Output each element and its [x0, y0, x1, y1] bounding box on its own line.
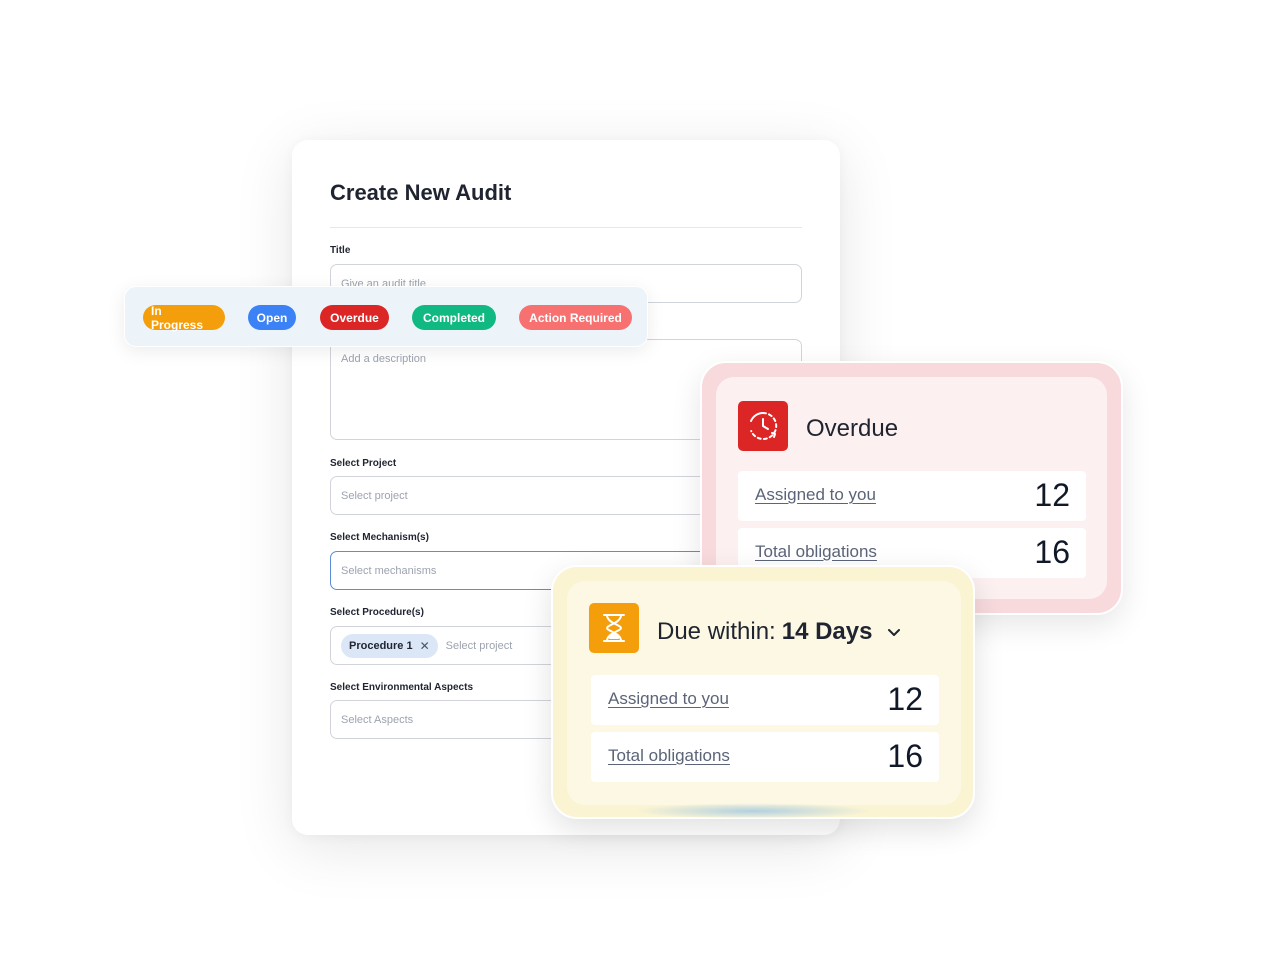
due-heading-value: 14 Days: [781, 618, 873, 645]
clock-rotate-icon: [738, 401, 788, 451]
project-placeholder: Select project: [341, 489, 408, 502]
status-pill-in-progress: In Progress: [143, 304, 225, 332]
mechanism-label: Select Mechanism(s): [330, 532, 429, 543]
title-divider: [330, 227, 802, 228]
overdue-assigned-value: 12: [1034, 477, 1070, 513]
aspects-label: Select Environmental Aspects: [330, 682, 474, 693]
status-pill-action-required: Action Required: [519, 305, 632, 330]
procedure-placeholder: Select project: [445, 639, 513, 652]
hourglass-icon: [589, 603, 639, 653]
project-label: Select Project: [330, 458, 397, 469]
due-assigned-link[interactable]: Assigned to you: [608, 689, 729, 709]
title-label: Title: [330, 245, 351, 256]
due-assigned-value: 12: [887, 681, 923, 717]
due-within-widget-body: Due within: 14 Days Assigned to you 12 T…: [567, 581, 961, 805]
aspects-placeholder: Select Aspects: [341, 713, 414, 726]
due-within-widget: Due within: 14 Days Assigned to you 12 T…: [551, 565, 975, 819]
due-heading-prefix: Due within:: [657, 618, 776, 645]
due-assigned-row[interactable]: Assigned to you 12: [591, 675, 939, 725]
mechanism-placeholder: Select mechanisms: [341, 564, 437, 577]
close-icon[interactable]: ✕: [420, 639, 430, 653]
due-total-link[interactable]: Total obligations: [608, 746, 730, 766]
status-pill-completed: Completed: [412, 305, 496, 330]
chevron-down-icon[interactable]: [884, 622, 904, 642]
page-title: Create New Audit: [330, 180, 512, 205]
overdue-heading: Overdue: [806, 415, 899, 442]
status-pill-open: Open: [248, 305, 296, 330]
overdue-assigned-row[interactable]: Assigned to you 12: [738, 471, 1086, 521]
status-legend-bar: In Progress Open Overdue Completed Actio…: [124, 286, 648, 347]
due-widget-glow: [633, 803, 873, 819]
procedure-label: Select Procedure(s): [330, 607, 424, 618]
overdue-total-value: 16: [1034, 534, 1070, 570]
due-total-row[interactable]: Total obligations 16: [591, 732, 939, 782]
procedure-chip: Procedure 1 ✕: [341, 633, 438, 658]
description-placeholder: Add a description: [341, 353, 426, 365]
status-pill-overdue: Overdue: [320, 305, 389, 330]
due-heading[interactable]: Due within: 14 Days: [657, 618, 904, 646]
due-total-value: 16: [887, 738, 923, 774]
overdue-total-link[interactable]: Total obligations: [755, 542, 877, 562]
overdue-assigned-link[interactable]: Assigned to you: [755, 485, 876, 505]
procedure-chip-label: Procedure 1: [349, 639, 413, 652]
